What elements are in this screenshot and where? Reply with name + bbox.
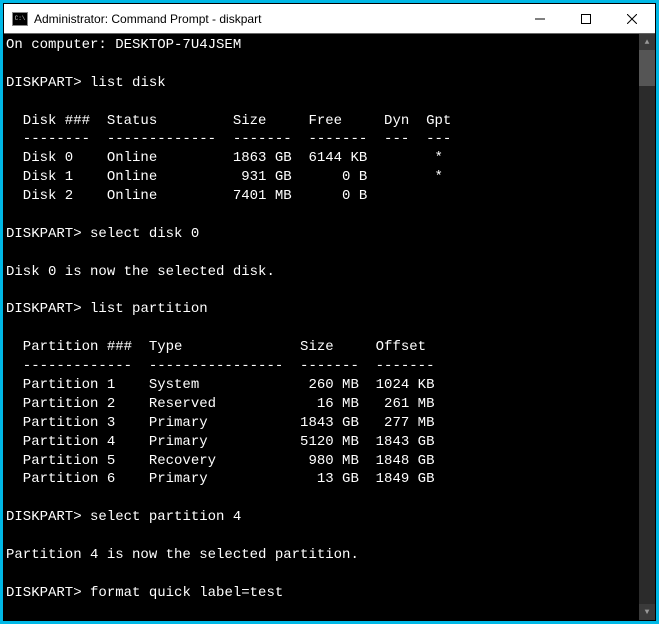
prompt: DISKPART> (6, 301, 82, 317)
disk-row: Disk 2 Online 7401 MB 0 B (6, 188, 367, 204)
scroll-track[interactable] (639, 50, 655, 604)
partition-row: Partition 2 Reserved 16 MB 261 MB (6, 396, 434, 412)
scroll-up-button[interactable]: ▲ (639, 34, 655, 50)
disk-table-header: Disk ### Status Size Free Dyn Gpt (6, 113, 451, 129)
scroll-thumb[interactable] (639, 50, 655, 86)
terminal-output[interactable]: On computer: DESKTOP-7U4JSEM DISKPART> l… (4, 34, 639, 620)
partition-row: Partition 4 Primary 5120 MB 1843 GB (6, 434, 434, 450)
partition-table-header: Partition ### Type Size Offset (6, 339, 426, 355)
prompt: DISKPART> (6, 585, 82, 601)
disk-table-divider: -------- ------------- ------- ------- -… (6, 131, 451, 147)
command-prompt-window: Administrator: Command Prompt - diskpart… (3, 3, 656, 621)
prompt: DISKPART> (6, 226, 82, 242)
prompt: DISKPART> (6, 75, 82, 91)
window-controls (517, 4, 655, 33)
cmd-list-disk: list disk (90, 75, 166, 91)
computer-line: On computer: DESKTOP-7U4JSEM (6, 37, 241, 53)
scroll-down-button[interactable]: ▼ (639, 604, 655, 620)
cmd-icon (12, 12, 28, 26)
partition-row: Partition 1 System 260 MB 1024 KB (6, 377, 434, 393)
minimize-button[interactable] (517, 4, 563, 33)
partition-table-divider: ------------- ---------------- ------- -… (6, 358, 434, 374)
cmd-select-disk: select disk 0 (90, 226, 199, 242)
cmd-format: format quick label=test (90, 585, 283, 601)
close-button[interactable] (609, 4, 655, 33)
terminal-area: On computer: DESKTOP-7U4JSEM DISKPART> l… (4, 34, 655, 620)
prompt: DISKPART> (6, 509, 82, 525)
maximize-button[interactable] (563, 4, 609, 33)
scrollbar[interactable]: ▲ ▼ (639, 34, 655, 620)
window-title: Administrator: Command Prompt - diskpart (34, 12, 517, 26)
result-line: Partition 4 is now the selected partitio… (6, 547, 359, 563)
cmd-list-partition: list partition (90, 301, 208, 317)
disk-row: Disk 0 Online 1863 GB 6144 KB * (6, 150, 443, 166)
result-line: Disk 0 is now the selected disk. (6, 264, 275, 280)
cmd-select-partition: select partition 4 (90, 509, 241, 525)
partition-row: Partition 6 Primary 13 GB 1849 GB (6, 471, 434, 487)
partition-row: Partition 5 Recovery 980 MB 1848 GB (6, 453, 434, 469)
titlebar[interactable]: Administrator: Command Prompt - diskpart (4, 4, 655, 34)
disk-row: Disk 1 Online 931 GB 0 B * (6, 169, 443, 185)
partition-row: Partition 3 Primary 1843 GB 277 MB (6, 415, 434, 431)
